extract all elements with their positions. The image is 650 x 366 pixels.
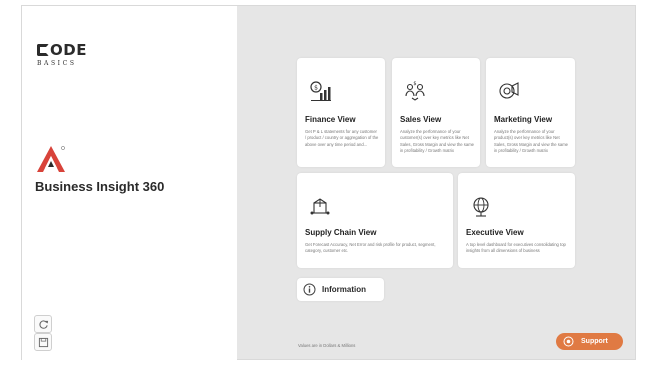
app-frame: ODE BASICS Business Insight 360 $ Financ… xyxy=(0,0,650,366)
supply-chain-box-icon xyxy=(310,198,330,215)
information-label: Information xyxy=(322,285,366,294)
marketing-view-card[interactable]: Marketing View Analyze the performance o… xyxy=(486,58,575,167)
sales-view-title: Sales View xyxy=(400,115,442,124)
support-headset-icon xyxy=(563,336,574,347)
sales-people-icon: $ xyxy=(405,81,425,101)
refresh-button[interactable] xyxy=(34,315,52,333)
sidebar: ODE BASICS Business Insight 360 xyxy=(22,6,237,361)
finance-chart-icon: $ xyxy=(310,81,331,101)
atliq-logo-icon xyxy=(37,146,65,172)
logo-top-text: ODE xyxy=(50,41,87,59)
executive-view-title: Executive View xyxy=(466,228,524,237)
finance-view-card[interactable]: $ Finance View Get P & L statements for … xyxy=(297,58,385,167)
currency-footnote: Values are in Dollars & Millions xyxy=(298,343,356,348)
finance-view-title: Finance View xyxy=(305,115,356,124)
marketing-view-description: Analyze the performance of your product(… xyxy=(494,129,569,154)
executive-view-description: A top level dashboard for executives con… xyxy=(466,242,566,254)
marketing-megaphone-icon xyxy=(499,82,519,99)
supply-chain-view-card[interactable]: Supply Chain View Get Forecast Accuracy,… xyxy=(297,173,453,268)
logo-bottom-text: BASICS xyxy=(37,60,77,67)
refresh-icon xyxy=(38,319,48,329)
support-button[interactable]: Support xyxy=(556,333,623,350)
info-icon xyxy=(303,283,316,296)
report-canvas: ODE BASICS Business Insight 360 $ Financ… xyxy=(21,5,636,361)
logo-c-mark xyxy=(37,44,49,56)
supply-chain-view-title: Supply Chain View xyxy=(305,228,377,237)
sales-view-card[interactable]: $ Sales View Analyze the performance of … xyxy=(392,58,480,167)
svg-text:$: $ xyxy=(314,85,318,92)
supply-chain-view-description: Get Forecast Accuracy, Net Error and ris… xyxy=(305,242,436,254)
sales-view-description: Analyze the performance of your customer… xyxy=(400,129,474,154)
marketing-view-title: Marketing View xyxy=(494,115,553,124)
finance-view-description: Get P & L statements for any customer / … xyxy=(305,129,379,147)
information-button[interactable]: Information xyxy=(297,278,384,301)
executive-globe-icon xyxy=(473,197,489,217)
codebasics-logo: ODE BASICS xyxy=(37,41,97,71)
save-button[interactable] xyxy=(34,333,52,351)
save-icon xyxy=(38,337,48,347)
support-label: Support xyxy=(581,338,608,345)
executive-view-card[interactable]: Executive View A top level dashboard for… xyxy=(458,173,575,268)
svg-text:$: $ xyxy=(413,81,416,87)
app-title: Business Insight 360 xyxy=(35,179,165,194)
